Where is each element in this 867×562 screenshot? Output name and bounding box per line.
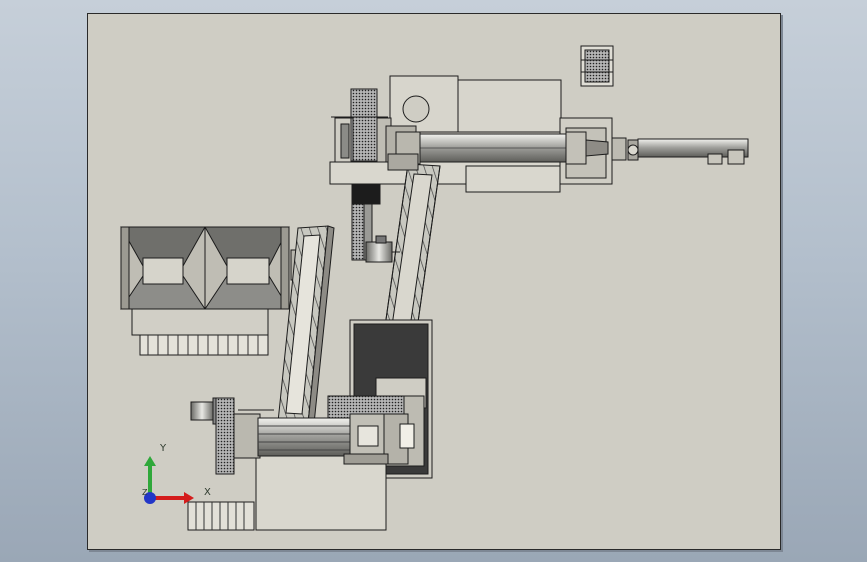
y-axis-label: Y bbox=[160, 443, 167, 454]
coordinate-triad bbox=[134, 452, 204, 522]
left-hopper-assembly[interactable] bbox=[120, 226, 302, 356]
z-axis-label: Z bbox=[142, 488, 148, 497]
x-axis-label: X bbox=[204, 487, 211, 498]
top-right-component[interactable] bbox=[580, 45, 614, 87]
axis-triad-graphic bbox=[144, 456, 194, 504]
top-cylinder[interactable] bbox=[395, 131, 609, 165]
drawing-sheet[interactable]: Y X Z bbox=[87, 13, 781, 550]
